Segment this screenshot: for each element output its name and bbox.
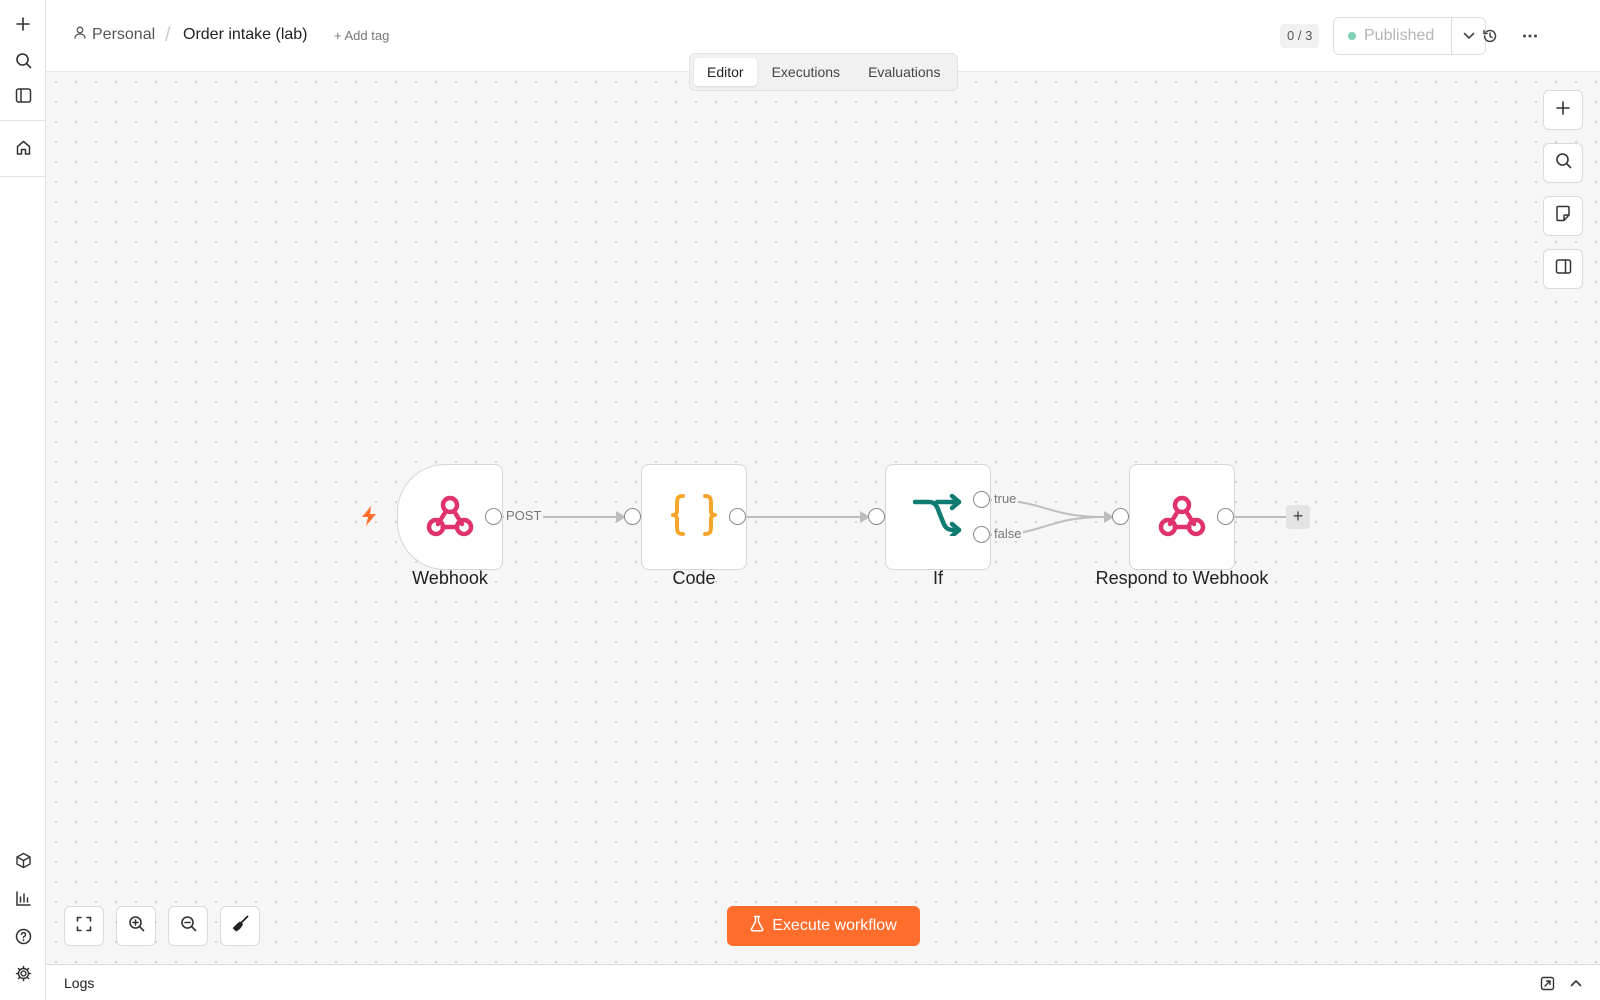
workflow-name[interactable]: Order intake (lab)	[183, 26, 308, 44]
zoom-in-button[interactable]	[116, 906, 156, 946]
trigger-bolt-icon	[361, 506, 377, 531]
search-icon	[1555, 152, 1572, 174]
input-handle-if[interactable]	[868, 508, 885, 525]
output-handle-if-false[interactable]	[973, 526, 990, 543]
pop-out-icon[interactable]	[1536, 972, 1558, 994]
left-sidebar	[0, 0, 46, 1000]
output-handle-if-true[interactable]	[973, 491, 990, 508]
version-counter-badge: 0 / 3	[1280, 24, 1320, 48]
add-node-button[interactable]: +	[1286, 505, 1310, 529]
node-label-code: Code	[672, 568, 716, 588]
breadcrumb-separator: /	[165, 24, 171, 46]
panel-right-icon	[1555, 258, 1572, 280]
broom-icon	[231, 915, 249, 938]
tab-evaluations[interactable]: Evaluations	[855, 58, 953, 86]
connections-layer	[503, 499, 1286, 536]
fit-view-button[interactable]	[64, 906, 104, 946]
logs-title: Logs	[64, 975, 95, 991]
tab-executions[interactable]: Executions	[759, 58, 853, 86]
publish-control: Published	[1333, 17, 1486, 55]
search-icon[interactable]	[11, 48, 35, 72]
execute-workflow-button[interactable]: Execute workflow	[727, 906, 920, 946]
home-icon[interactable]	[11, 135, 35, 159]
sticky-note-icon	[1555, 205, 1571, 227]
input-handle-respond[interactable]	[1112, 508, 1129, 525]
output-handle-webhook[interactable]	[485, 508, 502, 525]
edge-label-false: false	[992, 526, 1024, 541]
add-tag-button[interactable]: + Add tag	[334, 28, 389, 43]
breadcrumb-project[interactable]: Personal	[74, 26, 155, 44]
more-options-icon[interactable]	[1518, 24, 1542, 48]
webhook-icon	[426, 493, 474, 542]
toggle-side-panel-button[interactable]	[1543, 249, 1583, 289]
output-handle-respond[interactable]	[1217, 508, 1234, 525]
zoom-in-icon	[128, 915, 145, 937]
settings-gear-icon[interactable]	[11, 961, 35, 985]
toggle-sidebar-icon[interactable]	[11, 83, 35, 107]
edge-label-true: true	[992, 491, 1019, 506]
flask-icon	[750, 915, 764, 937]
if-branch-icon	[912, 493, 963, 541]
output-handle-code[interactable]	[729, 508, 746, 525]
fit-view-icon	[76, 916, 92, 937]
project-name: Personal	[92, 26, 156, 43]
publish-label: Published	[1364, 27, 1435, 44]
tidy-up-button[interactable]	[220, 906, 260, 946]
execute-workflow-label: Execute workflow	[772, 917, 897, 934]
search-nodes-button[interactable]	[1543, 143, 1583, 183]
create-plus-icon[interactable]	[11, 12, 35, 36]
edge-label-post: POST	[504, 508, 544, 523]
chevron-up-icon[interactable]	[1565, 972, 1587, 994]
published-status-dot	[1348, 32, 1356, 40]
zoom-out-button[interactable]	[168, 906, 208, 946]
chevron-down-icon	[1463, 27, 1475, 45]
input-handle-code[interactable]	[624, 508, 641, 525]
rail-divider	[0, 176, 45, 177]
node-if[interactable]	[885, 464, 991, 570]
rail-divider	[0, 120, 45, 121]
publish-button[interactable]: Published	[1334, 18, 1452, 54]
logs-panel-bar[interactable]: Logs	[46, 964, 1600, 1000]
workflow-canvas[interactable]: Webhook POST Code If true false Respond …	[46, 72, 1600, 964]
tab-editor[interactable]: Editor	[694, 58, 757, 86]
history-icon[interactable]	[1478, 24, 1502, 48]
zoom-out-icon	[180, 915, 197, 937]
insights-chart-icon[interactable]	[11, 886, 35, 910]
node-label-if: If	[932, 568, 943, 588]
user-icon	[74, 26, 86, 44]
sticky-note-button[interactable]	[1543, 196, 1583, 236]
node-label-respond-to-webhook: Respond to Webhook	[1095, 568, 1269, 588]
code-braces-icon	[671, 493, 717, 542]
add-node-panel-button[interactable]	[1543, 90, 1583, 130]
plus-icon	[1555, 100, 1571, 121]
node-label-webhook: Webhook	[412, 568, 488, 588]
view-tabs: Editor Executions Evaluations	[689, 53, 959, 91]
templates-box-icon[interactable]	[11, 848, 35, 872]
help-icon[interactable]	[11, 924, 35, 948]
webhook-icon	[1158, 493, 1206, 542]
